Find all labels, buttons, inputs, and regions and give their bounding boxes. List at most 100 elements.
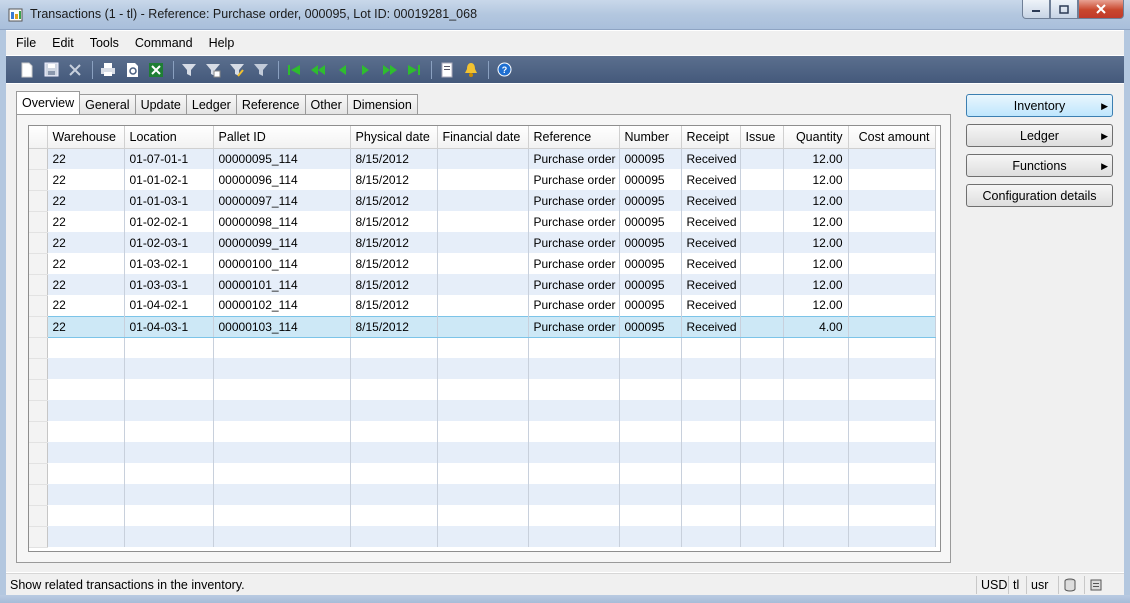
- filter-by-grid-button[interactable]: [202, 59, 224, 81]
- cell-reference[interactable]: Purchase order: [528, 315, 620, 338]
- cell-location[interactable]: [124, 379, 214, 400]
- cell-reference[interactable]: Purchase order: [528, 169, 620, 190]
- cell-location[interactable]: 01-01-02-1: [124, 169, 214, 190]
- table-row[interactable]: [29, 505, 936, 527]
- row-selector[interactable]: [29, 379, 48, 401]
- cell-reference[interactable]: [528, 337, 620, 358]
- cell-pallet-id[interactable]: 00000103_114: [213, 315, 351, 338]
- print-preview-button[interactable]: [121, 59, 143, 81]
- table-row[interactable]: 22 01-03-02-1 00000100_114 8/15/2012 Purchas…: [29, 253, 936, 275]
- table-row[interactable]: [29, 442, 936, 464]
- cell-pallet-id[interactable]: [213, 400, 351, 421]
- cell-cost-amount[interactable]: [848, 274, 936, 295]
- cell-cost-amount[interactable]: [848, 315, 936, 338]
- cell-quantity[interactable]: [783, 526, 849, 547]
- cell-location[interactable]: 01-01-03-1: [124, 190, 214, 211]
- cell-quantity[interactable]: 12.00: [783, 211, 849, 232]
- row-selector[interactable]: [29, 421, 48, 443]
- cell-location[interactable]: 01-02-03-1: [124, 232, 214, 253]
- cell-physical-date[interactable]: [350, 484, 438, 505]
- cell-receipt[interactable]: [681, 379, 741, 400]
- remove-filter-button[interactable]: [250, 59, 272, 81]
- cell-number[interactable]: 000095: [619, 211, 682, 232]
- table-row[interactable]: 22 01-02-02-1 00000098_114 8/15/2012 Purchas…: [29, 211, 936, 233]
- cell-number[interactable]: [619, 505, 682, 526]
- cell-reference[interactable]: [528, 442, 620, 463]
- cell-number[interactable]: [619, 379, 682, 400]
- cell-reference[interactable]: [528, 400, 620, 421]
- table-row[interactable]: 22 01-04-03-1 00000103_114 8/15/2012 Purchas…: [29, 315, 936, 338]
- cell-pallet-id[interactable]: 00000101_114: [213, 274, 351, 295]
- cell-financial-date[interactable]: [437, 148, 529, 169]
- row-selector[interactable]: [29, 232, 48, 254]
- cell-financial-date[interactable]: [437, 232, 529, 253]
- cell-number[interactable]: 000095: [619, 315, 682, 338]
- tab-general[interactable]: General: [79, 94, 136, 114]
- cell-reference[interactable]: Purchase order: [528, 190, 620, 211]
- table-row[interactable]: 22 01-03-03-1 00000101_114 8/15/2012 Purchas…: [29, 274, 936, 296]
- cell-issue[interactable]: [740, 295, 784, 316]
- cell-issue[interactable]: [740, 337, 784, 358]
- table-row[interactable]: [29, 337, 936, 359]
- cell-physical-date[interactable]: 8/15/2012: [350, 190, 438, 211]
- cell-pallet-id[interactable]: 00000095_114: [213, 148, 351, 169]
- cell-number[interactable]: 000095: [619, 274, 682, 295]
- first-record-button[interactable]: [283, 59, 305, 81]
- next-record-button[interactable]: [355, 59, 377, 81]
- new-button[interactable]: [16, 59, 38, 81]
- cell-location[interactable]: [124, 484, 214, 505]
- cell-number[interactable]: [619, 358, 682, 379]
- cell-receipt[interactable]: [681, 358, 741, 379]
- minimize-button[interactable]: [1022, 0, 1050, 19]
- cell-pallet-id[interactable]: [213, 505, 351, 526]
- tab-ledger[interactable]: Ledger: [185, 94, 237, 114]
- cell-financial-date[interactable]: [437, 315, 529, 338]
- cell-pallet-id[interactable]: 00000097_114: [213, 190, 351, 211]
- cell-cost-amount[interactable]: [848, 463, 936, 484]
- cell-cost-amount[interactable]: [848, 190, 936, 211]
- cell-issue[interactable]: [740, 505, 784, 526]
- cell-pallet-id[interactable]: 00000100_114: [213, 253, 351, 274]
- cell-reference[interactable]: [528, 484, 620, 505]
- cell-receipt[interactable]: Received: [681, 232, 741, 253]
- alert-button[interactable]: [460, 59, 482, 81]
- status-company[interactable]: tl: [1008, 576, 1026, 594]
- cell-quantity[interactable]: 12.00: [783, 232, 849, 253]
- cell-location[interactable]: 01-07-01-1: [124, 148, 214, 169]
- cell-pallet-id[interactable]: [213, 358, 351, 379]
- cell-physical-date[interactable]: 8/15/2012: [350, 295, 438, 316]
- close-button[interactable]: [1078, 0, 1124, 19]
- cell-number[interactable]: [619, 421, 682, 442]
- cell-issue[interactable]: [740, 379, 784, 400]
- cell-cost-amount[interactable]: [848, 232, 936, 253]
- cell-physical-date[interactable]: [350, 400, 438, 421]
- cell-number[interactable]: 000095: [619, 253, 682, 274]
- cell-number[interactable]: 000095: [619, 190, 682, 211]
- row-selector[interactable]: [29, 400, 48, 422]
- advanced-filter-button[interactable]: [226, 59, 248, 81]
- cell-financial-date[interactable]: [437, 337, 529, 358]
- table-row[interactable]: [29, 484, 936, 506]
- row-selector[interactable]: [29, 253, 48, 275]
- cell-number[interactable]: [619, 484, 682, 505]
- document-handling-button[interactable]: [436, 59, 458, 81]
- cell-reference[interactable]: [528, 379, 620, 400]
- cell-warehouse[interactable]: 22: [47, 148, 125, 169]
- table-row[interactable]: [29, 463, 936, 485]
- cell-number[interactable]: [619, 337, 682, 358]
- cell-warehouse[interactable]: [47, 526, 125, 547]
- status-user[interactable]: usr: [1026, 576, 1058, 594]
- delete-button[interactable]: [64, 59, 86, 81]
- cell-reference[interactable]: Purchase order: [528, 253, 620, 274]
- cell-financial-date[interactable]: [437, 505, 529, 526]
- cell-physical-date[interactable]: 8/15/2012: [350, 315, 438, 338]
- cell-pallet-id[interactable]: [213, 484, 351, 505]
- cell-location[interactable]: 01-04-02-1: [124, 295, 214, 316]
- table-row[interactable]: [29, 358, 936, 380]
- cell-receipt[interactable]: Received: [681, 211, 741, 232]
- cell-quantity[interactable]: 12.00: [783, 295, 849, 316]
- cell-issue[interactable]: [740, 274, 784, 295]
- row-selector[interactable]: [29, 148, 48, 170]
- save-button[interactable]: [40, 59, 62, 81]
- cell-location[interactable]: [124, 463, 214, 484]
